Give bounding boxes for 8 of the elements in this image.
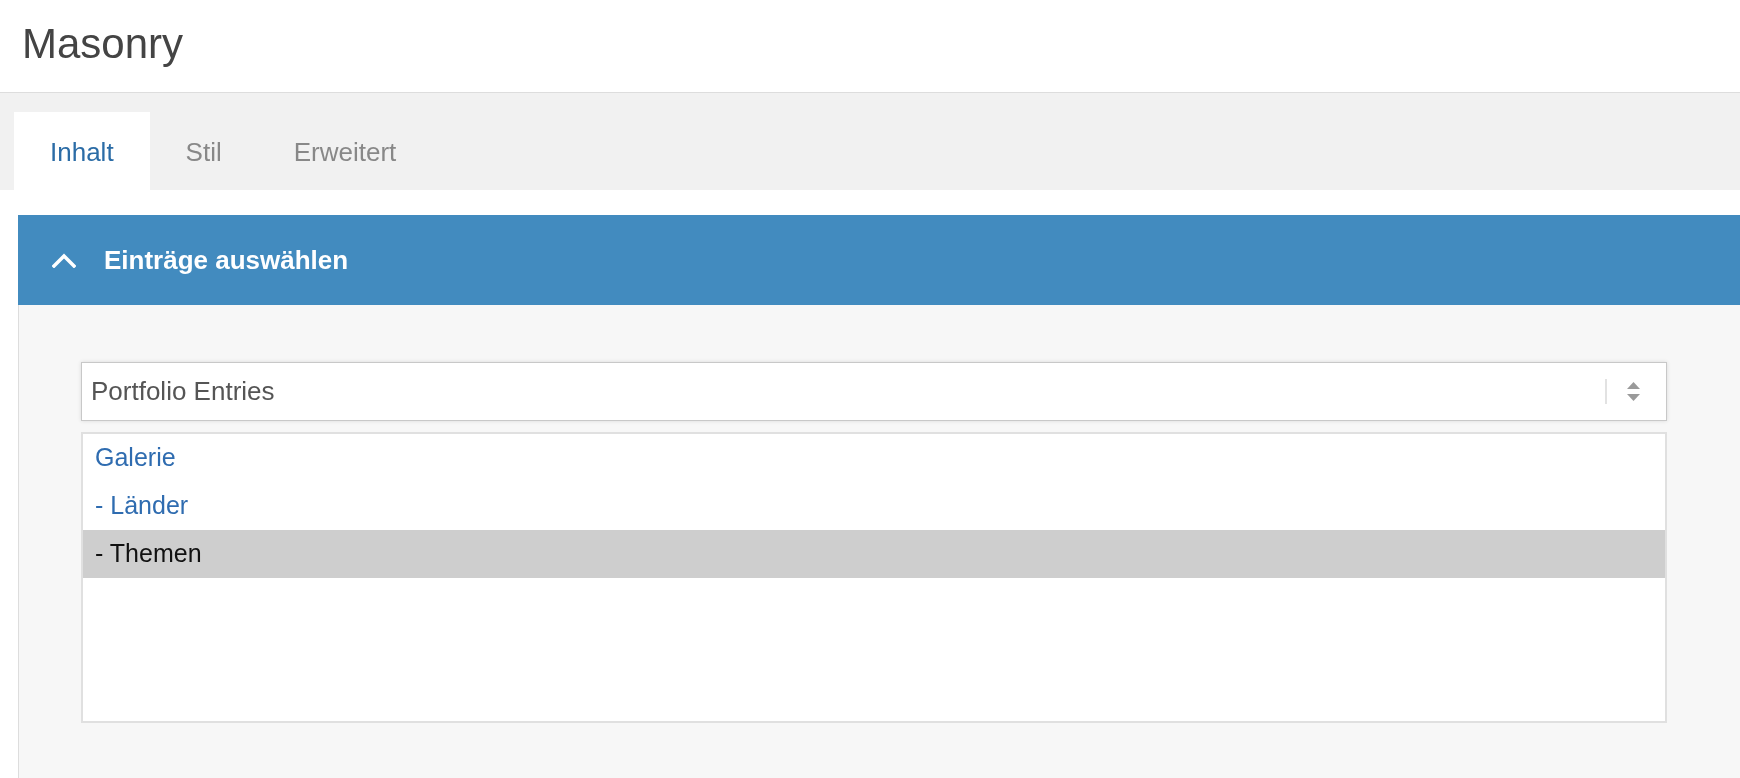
source-select[interactable]: Portfolio Entries (81, 362, 1667, 421)
tab[interactable]: Inhalt (14, 112, 150, 190)
section-header[interactable]: Einträge auswählen (18, 215, 1740, 305)
sort-arrows-icon (1627, 382, 1640, 401)
page-title: Masonry (22, 23, 184, 69)
list-option[interactable]: - Themen (83, 530, 1665, 578)
tab[interactable]: Erweitert (257, 112, 433, 190)
tab[interactable]: Stil (149, 112, 258, 190)
